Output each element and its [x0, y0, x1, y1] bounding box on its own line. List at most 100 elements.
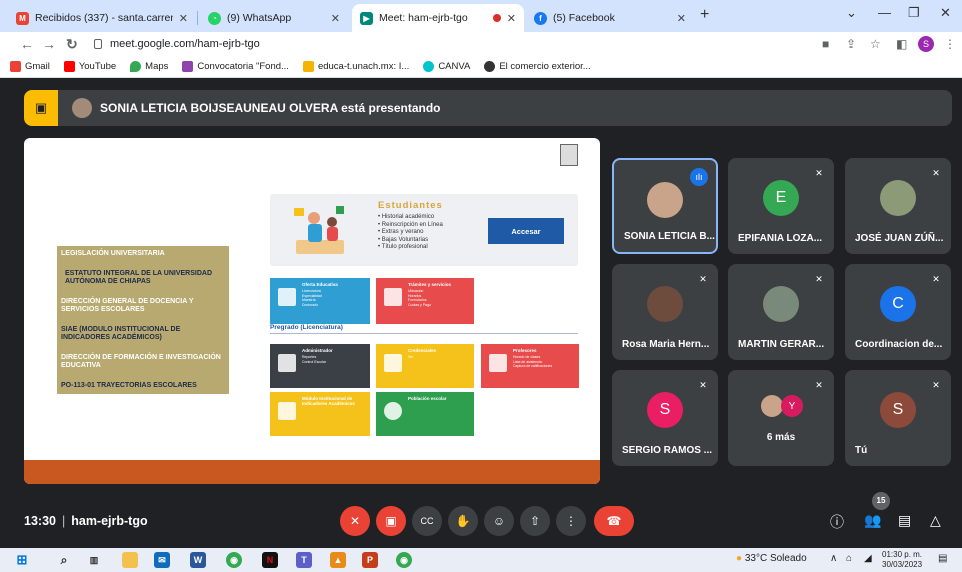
- network-icon[interactable]: ⌂: [846, 553, 852, 564]
- bookmark-educa[interactable]: educa-t.unach.mx: I...: [302, 61, 409, 72]
- powerpoint-icon[interactable]: P: [362, 552, 378, 568]
- chrome-icon[interactable]: ◉: [226, 552, 242, 568]
- module-administrador: Administrador Reportes Control Escolar: [270, 344, 370, 388]
- tab-facebook[interactable]: f (5) Facebook ✕: [526, 4, 694, 32]
- tab-whatsapp[interactable]: ◔ (9) WhatsApp ✕: [200, 4, 348, 32]
- teams-icon[interactable]: T: [296, 552, 312, 568]
- youtube-icon: [63, 61, 75, 72]
- mic-off-icon: ✕: [699, 274, 707, 284]
- file-explorer-icon[interactable]: [122, 552, 138, 568]
- estudiantes-card: Estudiantes • Historial académico • Rein…: [270, 194, 578, 266]
- slide-menu-item: PO-113-01 TRAYECTORIAS ESCOLARES: [61, 381, 197, 389]
- sidepanel-icon[interactable]: ◧: [896, 37, 907, 51]
- people-icon[interactable]: 👥: [864, 512, 881, 529]
- bookmark-maps[interactable]: Maps: [130, 61, 168, 72]
- mic-off-icon: ✕: [932, 168, 940, 178]
- volume-icon[interactable]: ◢: [864, 553, 872, 564]
- profile-avatar[interactable]: S: [918, 36, 934, 52]
- close-icon[interactable]: ✕: [331, 12, 340, 25]
- graduate-icon: [384, 288, 402, 306]
- back-icon[interactable]: ←: [20, 36, 34, 52]
- close-icon[interactable]: ✕: [677, 12, 686, 25]
- vlc-icon[interactable]: ▲: [330, 552, 346, 568]
- mic-off-icon: ✕: [815, 274, 823, 284]
- emoji-button[interactable]: ☺: [484, 506, 514, 536]
- bookmark-convocatoria[interactable]: Convocatoria "Fond...: [182, 61, 289, 72]
- participant-tile[interactable]: ✕ MARTIN GERAR...: [728, 264, 834, 360]
- activities-icon[interactable]: △: [930, 512, 941, 529]
- minimize-icon[interactable]: —: [878, 5, 891, 20]
- id-card-icon: [384, 354, 402, 372]
- slide-menu-box: LEGISLACIÓN UNIVERSITARIA ESTATUTO INTEG…: [57, 246, 229, 394]
- participant-tile[interactable]: ✕ JOSÉ JUAN ZÚÑ...: [845, 158, 951, 254]
- participant-tile[interactable]: ✕ S SERGIO RAMOS ...: [612, 370, 718, 466]
- participant-tile-self[interactable]: ✕ S Tú: [845, 370, 951, 466]
- tab-gmail[interactable]: M Recibidos (337) - santa.carreno@... ✕: [8, 4, 196, 32]
- share-icon[interactable]: ⇪: [846, 37, 856, 51]
- bookmark-label: El comercio exterior...: [499, 61, 591, 72]
- task-view-icon[interactable]: ▥: [86, 552, 102, 568]
- bookmark-label: Maps: [145, 61, 169, 72]
- bookmark-youtube[interactable]: YouTube: [63, 61, 117, 72]
- weather-widget[interactable]: ● 33°C Soleado: [736, 553, 807, 564]
- mic-off-icon: ✕: [815, 168, 823, 178]
- tab-meet[interactable]: ▶ Meet: ham-ejrb-tgo ✕: [352, 4, 524, 32]
- kebab-menu-icon[interactable]: ⋮: [944, 37, 956, 51]
- search-icon[interactable]: ⌕: [56, 552, 72, 568]
- tab-search-icon[interactable]: ⌄: [846, 5, 857, 21]
- notifications-icon[interactable]: ▤: [938, 553, 947, 564]
- bookmark-gmail[interactable]: Gmail: [10, 61, 50, 72]
- weather-text: 33°C Soleado: [744, 553, 807, 564]
- window-close-icon[interactable]: ✕: [940, 5, 951, 21]
- participant-tile[interactable]: ✕ C Coordinacion de...: [845, 264, 951, 360]
- facebook-icon: f: [534, 11, 547, 25]
- restore-icon[interactable]: ❐: [908, 5, 920, 21]
- bookmark-star-icon[interactable]: ☆: [870, 37, 881, 51]
- forward-icon[interactable]: →: [42, 36, 56, 52]
- tab-label: (9) WhatsApp: [227, 12, 292, 24]
- chat-icon[interactable]: ▤: [898, 512, 911, 529]
- new-tab-icon[interactable]: +: [700, 6, 709, 24]
- more-participants-tile[interactable]: ✕ Y 6 más: [728, 370, 834, 466]
- word-icon[interactable]: W: [190, 552, 206, 568]
- mic-off-button[interactable]: ✕: [340, 506, 370, 536]
- bookmark-canva[interactable]: CANVA: [423, 61, 470, 72]
- more-options-button[interactable]: ⋮: [556, 506, 586, 536]
- close-icon[interactable]: ✕: [179, 12, 188, 25]
- meet-icon: ▶: [360, 11, 373, 25]
- bookmark-label: Gmail: [25, 61, 50, 72]
- captions-button[interactable]: CC: [412, 506, 442, 536]
- mail-icon[interactable]: ✉: [154, 552, 170, 568]
- university-seal-icon: [560, 144, 578, 166]
- avatar: [647, 286, 683, 322]
- system-clock[interactable]: 01:30 p. m. 30/03/2023: [882, 550, 922, 570]
- tab-strip: M Recibidos (337) - santa.carreno@... ✕ …: [0, 0, 962, 32]
- bookmark-comercio[interactable]: El comercio exterior...: [484, 61, 591, 72]
- netflix-icon[interactable]: N: [262, 552, 278, 568]
- info-icon[interactable]: ⓘ: [830, 512, 844, 532]
- presenting-text: SONIA LETICIA BOIJSEAUNEAU OLVERA está p…: [100, 101, 441, 115]
- bookmark-label: YouTube: [78, 61, 117, 72]
- close-icon[interactable]: ✕: [507, 12, 516, 25]
- participant-tile[interactable]: ✕ E EPIFANIA LOZA...: [728, 158, 834, 254]
- camera-off-button[interactable]: ▣: [376, 506, 406, 536]
- slide-menu-item: SIAE (MODULO INSTITUCIONAL DE INDICADORE…: [61, 325, 181, 342]
- chrome-alt-icon[interactable]: ◉: [396, 552, 412, 568]
- raise-hand-button[interactable]: ✋: [448, 506, 478, 536]
- participant-tile[interactable]: ılı SONIA LETICIA B...: [612, 158, 718, 254]
- address-bar[interactable]: meet.google.com/ham-ejrb-tgo: [90, 34, 796, 54]
- slide-menu-item: ESTATUTO INTEGRAL DE LA UNIVERSIDAD AUTÓ…: [65, 269, 213, 286]
- reload-icon[interactable]: ↻: [66, 36, 78, 53]
- avatar: Y: [781, 395, 803, 417]
- windows-start-icon[interactable]: ⊞: [14, 552, 30, 568]
- tray-chevron-icon[interactable]: ∧: [830, 553, 837, 564]
- present-button[interactable]: ⇧: [520, 506, 550, 536]
- globe-icon: [484, 61, 496, 72]
- present-screen-icon[interactable]: ▣: [24, 90, 58, 126]
- leave-call-button[interactable]: ☎: [594, 506, 634, 536]
- participant-tile[interactable]: ✕ Rosa Maria Hern...: [612, 264, 718, 360]
- module-subtitle: Ver: [408, 355, 414, 359]
- module-oferta-educativa: Oferta Educativa Licenciatura Especialid…: [270, 278, 370, 324]
- camera-icon[interactable]: ■: [822, 37, 829, 51]
- gmail-icon: [10, 61, 21, 72]
